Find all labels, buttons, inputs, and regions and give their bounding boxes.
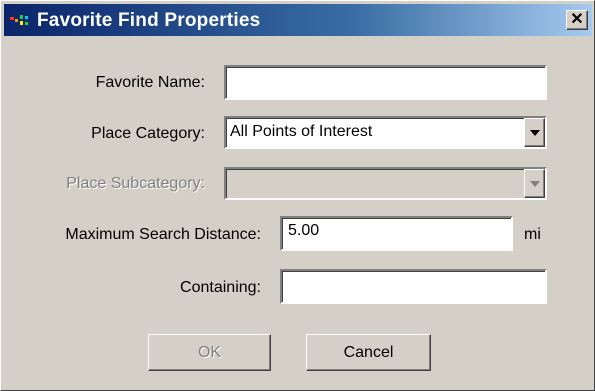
containing-input[interactable] xyxy=(280,269,547,304)
max-distance-input[interactable]: 5.00 xyxy=(280,216,513,251)
cancel-button-label: Cancel xyxy=(343,343,394,361)
close-icon: ✕ xyxy=(570,11,584,28)
place-category-dropdown-button[interactable] xyxy=(524,118,545,147)
title-bar[interactable]: Favorite Find Properties ✕ xyxy=(4,4,592,36)
containing-label: Containing: xyxy=(180,279,261,296)
max-distance-value: 5.00 xyxy=(288,222,320,239)
close-button[interactable]: ✕ xyxy=(566,10,588,30)
chevron-down-icon xyxy=(529,180,540,187)
favorite-name-label: Favorite Name: xyxy=(95,74,205,91)
dialog-window: Favorite Find Properties ✕ Favorite Name… xyxy=(0,0,595,391)
window-title: Favorite Find Properties xyxy=(37,10,261,31)
distance-unit: mi xyxy=(524,226,541,243)
cancel-button[interactable]: Cancel xyxy=(306,334,431,371)
place-subcategory-dropdown-button[interactable] xyxy=(524,169,545,198)
place-category-select[interactable]: All Points of Interest xyxy=(224,116,547,149)
ok-button[interactable]: OK xyxy=(148,334,271,371)
favorite-name-input[interactable] xyxy=(224,65,547,100)
place-subcategory-select[interactable] xyxy=(224,167,547,200)
place-subcategory-label: Place Subcategory: xyxy=(66,175,205,192)
place-category-label: Place Category: xyxy=(91,125,205,142)
chevron-down-icon xyxy=(529,129,540,136)
app-icon xyxy=(10,15,28,25)
ok-button-label: OK xyxy=(197,343,222,361)
max-distance-label: Maximum Search Distance: xyxy=(65,226,261,243)
place-category-value: All Points of Interest xyxy=(230,123,373,140)
